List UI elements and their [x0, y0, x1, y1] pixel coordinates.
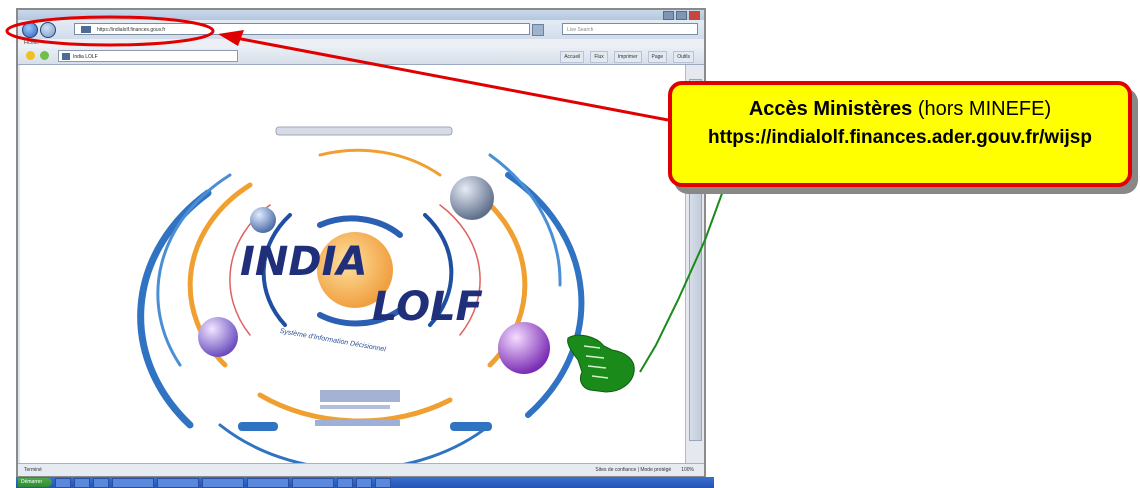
- windows-taskbar: Démarrer: [16, 477, 714, 488]
- taskbar-window[interactable]: [292, 477, 334, 488]
- orbit-arcs: [137, 148, 585, 471]
- feeds-button[interactable]: Flux: [590, 51, 608, 63]
- command-bar: Accueil Flux Imprimer Page Outils: [560, 51, 694, 63]
- address-bar[interactable]: https://indialolf.finances.gouv.fr: [74, 23, 530, 35]
- callout-title: Accès Ministères (hors MINEFE): [672, 98, 1128, 121]
- tab-row: India LOLF Accueil Flux Imprimer Page Ou…: [18, 48, 704, 65]
- callout-url: https://indialolf.finances.ader.gouv.fr/…: [708, 127, 1092, 148]
- status-bar: Terminé Sites de confiance | Mode protég…: [18, 463, 704, 476]
- status-right: Sites de confiance | Mode protégé 100%: [595, 464, 694, 476]
- taskbar-icon[interactable]: [93, 477, 109, 488]
- bottom-right-button[interactable]: [450, 422, 492, 431]
- maximize-button[interactable]: [676, 11, 687, 20]
- sphere-top-right[interactable]: [450, 176, 494, 220]
- add-favorite-icon[interactable]: [40, 51, 49, 60]
- logo-india: INDIA: [240, 239, 367, 285]
- taskbar-icon[interactable]: [74, 477, 90, 488]
- tab-india-lolf[interactable]: India LOLF: [58, 50, 238, 62]
- taskbar-icon[interactable]: [375, 477, 391, 488]
- menu-bar: Fichier: [18, 39, 704, 48]
- back-button[interactable]: [22, 22, 38, 38]
- subtitle-arc-text: Système d'Information Décisionnel: [279, 328, 387, 354]
- refresh-icon[interactable]: [532, 24, 544, 36]
- page-content: INDIA LOLF Système d'Information Décisio…: [20, 65, 686, 471]
- taskbar-icon[interactable]: [356, 477, 372, 488]
- search-placeholder: Live Search: [567, 27, 594, 33]
- sphere-left-small[interactable]: [250, 207, 276, 233]
- callout-title-normal: (hors MINEFE): [917, 98, 1052, 120]
- address-row: https://indialolf.finances.gouv.fr Live …: [18, 20, 704, 39]
- start-button[interactable]: Démarrer: [18, 478, 52, 487]
- site-icon: [81, 26, 91, 33]
- tools-menu-button[interactable]: Outils: [673, 51, 694, 63]
- taskbar-window[interactable]: [202, 477, 244, 488]
- taskbar-icon[interactable]: [337, 477, 353, 488]
- taskbar-window[interactable]: [112, 477, 154, 488]
- tab-page-icon: [62, 53, 70, 60]
- sphere-right-purple[interactable]: [498, 322, 550, 374]
- forward-button[interactable]: [40, 22, 56, 38]
- page-menu-button[interactable]: Page: [647, 51, 668, 63]
- browser-window: https://indialolf.finances.gouv.fr Live …: [16, 8, 706, 478]
- print-button[interactable]: Imprimer: [613, 51, 642, 63]
- search-input[interactable]: Live Search: [562, 23, 698, 35]
- taskbar-window[interactable]: [157, 477, 199, 488]
- start-label: Démarrer: [21, 479, 43, 485]
- taskbar-window[interactable]: [247, 477, 289, 488]
- title-bar: [18, 10, 704, 20]
- taskbar-icon[interactable]: [55, 477, 71, 488]
- close-button[interactable]: [689, 11, 700, 20]
- browser-screenshot: https://indialolf.finances.gouv.fr Live …: [16, 0, 714, 488]
- india-lolf-splash: INDIA LOLF Système d'Information Décisio…: [137, 126, 585, 471]
- minimize-button[interactable]: [663, 11, 674, 20]
- tab-title: India LOLF: [73, 54, 98, 60]
- top-banner-bar: [275, 126, 453, 136]
- ministry-logo-line: [320, 405, 390, 409]
- ministry-logo-block: [320, 390, 400, 402]
- security-zone: Sites de confiance | Mode protégé: [595, 467, 672, 473]
- callout-title-bold: Accès Ministères: [748, 98, 913, 120]
- callout-box: Accès Ministères (hors MINEFE) https://i…: [668, 81, 1132, 187]
- zoom-level[interactable]: 100%: [681, 464, 694, 476]
- logo-lolf: LOLF: [372, 284, 483, 330]
- bottom-left-button[interactable]: [238, 422, 278, 431]
- ministry-footer-logo: [315, 420, 400, 426]
- window-controls: [663, 11, 700, 20]
- status-text: Terminé: [24, 467, 42, 473]
- home-button[interactable]: Accueil: [560, 51, 585, 63]
- address-text: https://indialolf.finances.gouv.fr: [97, 27, 166, 33]
- menu-file[interactable]: Fichier: [24, 40, 39, 46]
- favorites-star-icon[interactable]: [26, 51, 35, 60]
- sphere-left[interactable]: [198, 317, 238, 357]
